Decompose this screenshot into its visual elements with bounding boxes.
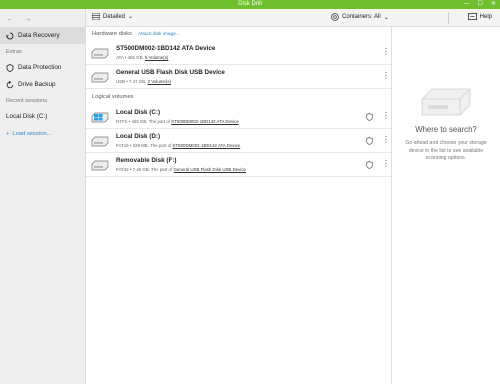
- list-view-icon: [92, 13, 100, 20]
- toolbar: Detailed ⌄ Containers: All ⌄ Help: [86, 9, 500, 27]
- minimize-button[interactable]: —: [464, 0, 470, 9]
- sidebar: ← → Data Recovery Extras Data Protection…: [0, 9, 86, 384]
- attach-disk-image-link[interactable]: Attach disk image...: [138, 32, 180, 37]
- usb-disk-icon: [91, 72, 109, 83]
- drive-placeholder-icon: [421, 88, 471, 116]
- details-panel: Where to search? Go ahead and choose you…: [392, 27, 500, 384]
- extras-section-label: Extras: [6, 48, 22, 55]
- load-session-link[interactable]: + Load session...: [0, 125, 85, 142]
- logical-volume-row[interactable]: Local Disk (C:) NTFS • 465 GB. The part …: [86, 105, 391, 129]
- disk-icon: [91, 160, 109, 171]
- sidebar-item-drive-backup[interactable]: Drive Backup: [0, 76, 85, 93]
- parent-device-link[interactable]: ST500DM002-1BD142 ATA Device: [171, 119, 239, 124]
- back-arrow-icon[interactable]: ←: [6, 14, 14, 23]
- where-to-search-description: Go ahead and choose your storage device …: [405, 140, 487, 161]
- sidebar-item-label: Data Protection: [18, 64, 62, 71]
- containers-dropdown[interactable]: Containers: All ⌄: [331, 13, 389, 21]
- containers-label: Containers: All: [342, 14, 381, 20]
- view-mode-label: Detailed: [103, 13, 126, 20]
- device-name: ST500DM002-1BD142 ATA Device: [116, 45, 216, 52]
- chevron-down-icon: ⌄: [128, 14, 134, 20]
- help-label: Help: [479, 13, 492, 20]
- logical-volumes-header: Logical volumes: [86, 89, 391, 105]
- recent-session-item[interactable]: Local Disk (C:): [0, 108, 85, 125]
- hardware-disks-label: Hardware disks: [92, 31, 132, 37]
- load-session-label: Load session...: [12, 130, 52, 137]
- volumes-link[interactable]: 5 Volume(s): [145, 55, 168, 60]
- device-info: ATA • 465 GB, 5 Volume(s): [116, 55, 169, 60]
- volume-info: FAT32 • 7.46 GB. The part of General USB…: [116, 167, 246, 172]
- view-mode-dropdown[interactable]: Detailed ⌄: [92, 13, 133, 20]
- device-info: USB • 7.47 GB, 2 Volume(s): [116, 79, 171, 84]
- close-button[interactable]: ✕: [491, 0, 496, 9]
- parent-device-link[interactable]: General USB Flash Disk USB Device: [174, 167, 246, 172]
- recovery-icon: [6, 32, 14, 40]
- window-title: Disk Drill: [238, 1, 262, 7]
- volume-name: Local Disk (C:): [116, 109, 161, 116]
- backup-icon: [6, 80, 14, 89]
- hardware-disks-header: Hardware disks Attach disk image...: [86, 27, 391, 41]
- toolbar-divider: [448, 12, 449, 24]
- hardware-disk-row[interactable]: General USB Flash Disk USB Device USB • …: [86, 65, 391, 89]
- volume-name: Removable Disk (F:): [116, 157, 177, 164]
- device-list-panel: Hardware disks Attach disk image... ST50…: [86, 27, 392, 384]
- more-options-icon[interactable]: ⋮: [382, 71, 390, 81]
- sidebar-item-data-protection[interactable]: Data Protection: [0, 59, 85, 76]
- recent-sessions-label: Recent sessions: [6, 97, 48, 104]
- parent-device-link[interactable]: ST500DM002-1BD142 ATA Device: [173, 143, 241, 148]
- help-icon: [467, 13, 477, 20]
- device-name: General USB Flash Disk USB Device: [116, 69, 225, 76]
- logical-volumes-label: Logical volumes: [92, 94, 134, 100]
- sidebar-item-label: Data Recovery: [18, 32, 60, 39]
- disk-icon: [91, 136, 109, 147]
- chevron-down-icon: ⌄: [383, 14, 389, 21]
- forward-arrow-icon[interactable]: →: [24, 14, 32, 23]
- shield-icon: [6, 63, 14, 72]
- more-options-icon[interactable]: ⋮: [382, 135, 390, 145]
- help-button[interactable]: Help: [467, 13, 492, 20]
- more-options-icon[interactable]: ⋮: [382, 47, 390, 57]
- nav-buttons: ← →: [0, 9, 85, 27]
- more-options-icon[interactable]: ⋮: [382, 111, 390, 121]
- volume-name: Local Disk (D:): [116, 133, 161, 140]
- sidebar-item-data-recovery[interactable]: Data Recovery: [0, 27, 85, 44]
- hard-disk-icon: [91, 48, 109, 59]
- containers-icon: [331, 13, 339, 21]
- shield-icon[interactable]: [366, 137, 373, 145]
- logical-volume-row[interactable]: Local Disk (D:) FAT16 • 228 MB. The part…: [86, 129, 391, 153]
- volumes-link[interactable]: 2 Volume(s): [148, 79, 171, 84]
- windows-disk-icon: [91, 112, 109, 123]
- title-bar: Disk Drill — ☐ ✕: [0, 0, 500, 9]
- more-options-icon[interactable]: ⋮: [382, 159, 390, 169]
- volume-info: FAT16 • 228 MB. The part of ST500DM002-1…: [116, 143, 241, 148]
- plus-icon: +: [6, 130, 10, 137]
- sidebar-item-label: Drive Backup: [18, 81, 56, 88]
- recent-session-label: Local Disk (C:): [6, 113, 48, 120]
- maximize-button[interactable]: ☐: [478, 0, 483, 9]
- shield-icon[interactable]: [366, 161, 373, 169]
- where-to-search-title: Where to search?: [415, 125, 477, 134]
- shield-icon[interactable]: [366, 113, 373, 121]
- volume-info: NTFS • 465 GB. The part of ST500DM002-1B…: [116, 119, 239, 124]
- logical-volume-row[interactable]: Removable Disk (F:) FAT32 • 7.46 GB. The…: [86, 153, 391, 177]
- hardware-disk-row[interactable]: ST500DM002-1BD142 ATA Device ATA • 465 G…: [86, 41, 391, 65]
